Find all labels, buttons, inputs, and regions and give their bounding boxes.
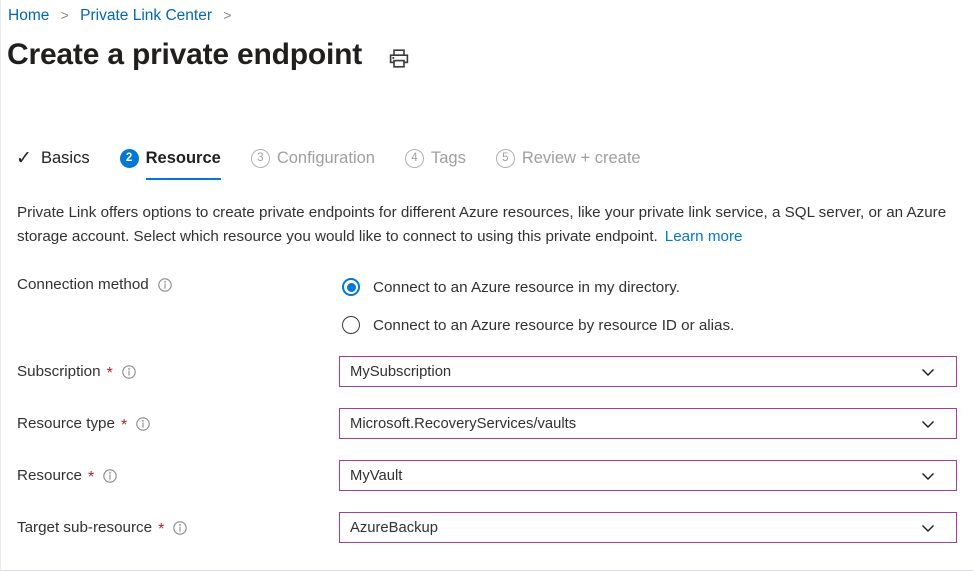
breadcrumb-item-home[interactable]: Home — [8, 7, 49, 24]
resource-type-dropdown[interactable]: Microsoft.RecoveryServices/vaults — [339, 408, 957, 439]
chevron-down-icon — [920, 520, 936, 536]
tab-label: Resource — [146, 149, 221, 168]
required-indicator: * — [121, 421, 127, 431]
create-private-endpoint-page: Home > Private Link Center > Create a pr… — [0, 0, 973, 571]
resource-type-label: Resource type * — [17, 415, 150, 432]
connection-method-radio-group: Connect to an Azure resource in my direc… — [342, 272, 734, 340]
dropdown-value: MySubscription — [350, 364, 920, 380]
label-text: Connection method — [17, 276, 149, 293]
check-icon: ✓ — [15, 149, 33, 167]
breadcrumb-item-private-link-center[interactable]: Private Link Center — [80, 7, 212, 24]
connection-method-label: Connection method — [17, 276, 172, 293]
title-row: Create a private endpoint — [7, 34, 410, 76]
tab-resource[interactable]: 2 Resource — [120, 143, 221, 173]
step-number-badge: 3 — [251, 149, 270, 168]
subscription-label: Subscription * — [17, 363, 136, 380]
label-text: Resource type — [17, 415, 115, 432]
subscription-dropdown[interactable]: MySubscription — [339, 356, 957, 387]
tab-tags[interactable]: 4 Tags — [405, 143, 466, 173]
tab-label: Configuration — [277, 149, 375, 168]
wizard-tabs: ✓ Basics 2 Resource 3 Configuration 4 Ta… — [15, 143, 671, 183]
description-text: Private Link offers options to create pr… — [17, 204, 946, 245]
tab-label: Tags — [431, 149, 466, 168]
radio-option-directory[interactable]: Connect to an Azure resource in my direc… — [342, 272, 734, 302]
chevron-down-icon — [920, 416, 936, 432]
radio-unselected-icon — [342, 316, 360, 334]
breadcrumb: Home > Private Link Center > — [8, 4, 238, 27]
required-indicator: * — [88, 473, 94, 483]
tab-configuration[interactable]: 3 Configuration — [251, 143, 375, 173]
step-number-badge: 4 — [405, 149, 424, 168]
target-sub-resource-dropdown[interactable]: AzureBackup — [339, 512, 957, 543]
label-text: Target sub-resource — [17, 519, 152, 536]
label-text: Resource — [17, 467, 82, 484]
radio-option-resource-id[interactable]: Connect to an Azure resource by resource… — [342, 310, 734, 340]
dropdown-value: MyVault — [350, 468, 920, 484]
learn-more-link[interactable]: Learn more — [665, 228, 743, 245]
radio-label: Connect to an Azure resource by resource… — [373, 317, 734, 334]
dropdown-value: Microsoft.RecoveryServices/vaults — [350, 416, 920, 432]
tab-label: Review + create — [522, 149, 641, 168]
tab-label: Basics — [41, 149, 90, 168]
page-title: Create a private endpoint — [7, 34, 362, 76]
radio-label: Connect to an Azure resource in my direc… — [373, 279, 680, 296]
breadcrumb-separator-1: > — [61, 7, 69, 23]
dropdown-value: AzureBackup — [350, 520, 920, 536]
label-text: Subscription — [17, 363, 101, 380]
required-indicator: * — [158, 525, 164, 535]
chevron-down-icon — [920, 468, 936, 484]
tab-review-create[interactable]: 5 Review + create — [496, 143, 641, 173]
breadcrumb-separator-2: > — [223, 7, 231, 23]
active-tab-underline — [146, 178, 221, 181]
info-icon[interactable] — [158, 278, 172, 292]
resource-label: Resource * — [17, 467, 117, 484]
info-icon[interactable] — [122, 365, 136, 379]
target-sub-resource-label: Target sub-resource * — [17, 519, 187, 536]
step-number-badge: 2 — [120, 149, 139, 168]
page-description: Private Link offers options to create pr… — [17, 201, 963, 249]
chevron-down-icon — [920, 364, 936, 380]
required-indicator: * — [107, 369, 113, 379]
printer-icon[interactable] — [388, 47, 410, 69]
resource-dropdown[interactable]: MyVault — [339, 460, 957, 491]
info-icon[interactable] — [136, 417, 150, 431]
radio-selected-icon — [342, 278, 360, 296]
info-icon[interactable] — [103, 469, 117, 483]
tab-basics[interactable]: ✓ Basics — [15, 143, 90, 173]
info-icon[interactable] — [173, 521, 187, 535]
step-number-badge: 5 — [496, 149, 515, 168]
